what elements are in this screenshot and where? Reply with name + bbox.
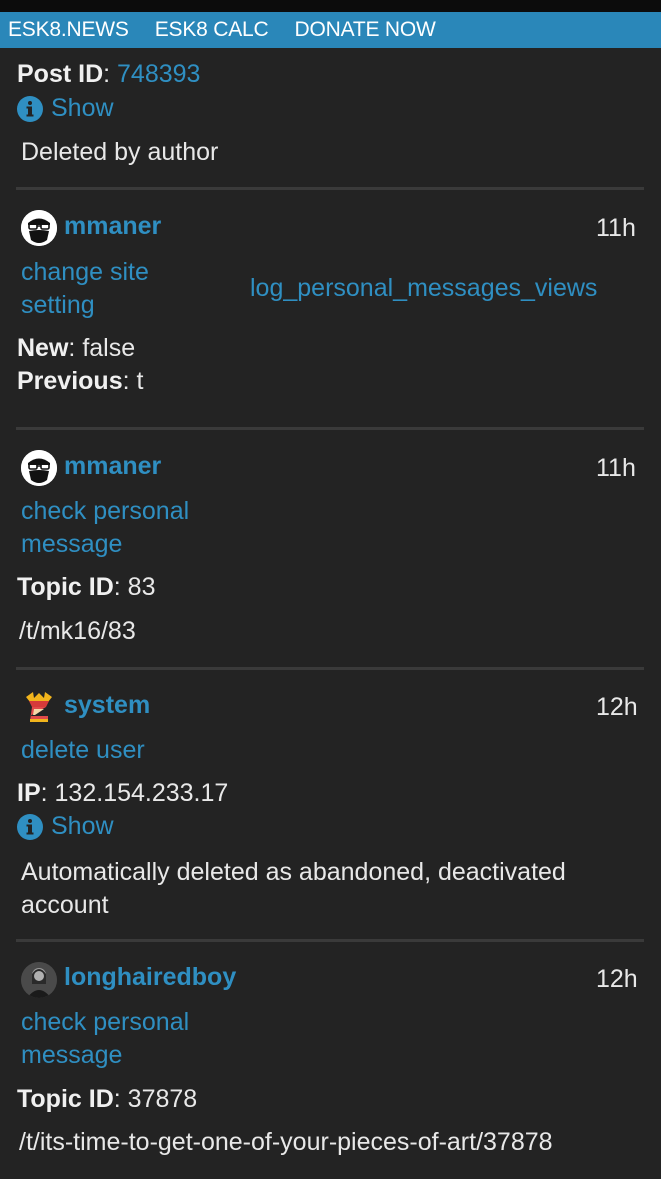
avatar[interactable] xyxy=(21,962,57,998)
post-id-link[interactable]: 748393 xyxy=(117,60,200,88)
action-link[interactable]: check personal message xyxy=(21,1006,189,1072)
action-line: setting xyxy=(21,291,95,319)
action-line: message xyxy=(21,530,123,558)
info-icon xyxy=(17,96,43,122)
post-id-row: Post ID: 748393 xyxy=(17,60,201,88)
user-photo-avatar-icon xyxy=(21,962,57,998)
previous-label: Previous xyxy=(17,367,123,395)
topic-path: /t/mk16/83 xyxy=(19,617,136,645)
ip-value: 132.154.233.17 xyxy=(54,779,229,807)
nav-link-esk8-calc[interactable]: ESK8 CALC xyxy=(155,18,269,42)
entry-divider xyxy=(16,939,644,942)
action-line: check personal xyxy=(21,1008,190,1036)
new-value-row: New: false xyxy=(17,334,136,362)
new-label: New xyxy=(17,334,69,362)
avatar[interactable] xyxy=(21,210,57,246)
timestamp: 11h xyxy=(596,454,636,482)
nav-link-donate-now[interactable]: DONATE NOW xyxy=(295,18,436,42)
system-logo-icon xyxy=(26,692,52,722)
details-line: account xyxy=(21,891,109,919)
username-link[interactable]: mmaner xyxy=(64,212,161,241)
avatar[interactable] xyxy=(21,689,57,725)
previous-value: t xyxy=(136,367,144,395)
topic-id-label: Topic ID xyxy=(17,1085,114,1113)
show-label: Show xyxy=(51,94,114,122)
entry-details: Automatically deleted as abandoned, deac… xyxy=(21,856,566,922)
topic-id-row: Topic ID: 83 xyxy=(17,573,156,601)
nav-link-esk8-news[interactable]: ESK8.NEWS xyxy=(8,18,129,42)
avatar[interactable] xyxy=(21,450,57,486)
top-navigation-bar: ESK8.NEWS ESK8 CALC DONATE NOW xyxy=(0,12,661,48)
topic-path: /t/its-time-to-get-one-of-your-pieces-of… xyxy=(19,1128,553,1156)
entry-details: Deleted by author xyxy=(21,138,219,166)
timestamp: 12h xyxy=(596,693,638,721)
show-label: Show xyxy=(51,812,114,840)
show-details-toggle[interactable]: Show xyxy=(17,94,137,124)
action-line: check personal xyxy=(21,497,190,525)
previous-value-row: Previous: t xyxy=(17,367,144,395)
timestamp: 11h xyxy=(596,214,636,242)
action-link[interactable]: check personal message xyxy=(21,495,189,561)
entry-divider xyxy=(16,667,644,670)
info-icon xyxy=(17,814,43,840)
entry-divider xyxy=(16,427,644,430)
topic-id-row: Topic ID: 37878 xyxy=(17,1085,198,1113)
action-line: message xyxy=(21,1041,123,1069)
topic-id-value: 37878 xyxy=(127,1085,198,1113)
ip-label: IP xyxy=(17,779,41,807)
status-bar-strip xyxy=(0,0,661,12)
bearded-man-avatar-icon xyxy=(21,450,57,486)
action-line: change site xyxy=(21,258,149,286)
ip-row: IP: 132.154.233.17 xyxy=(17,779,229,807)
action-link[interactable]: change site setting xyxy=(21,256,149,322)
topic-id-label: Topic ID xyxy=(17,573,114,601)
timestamp: 12h xyxy=(596,965,638,993)
username-link[interactable]: longhairedboy xyxy=(64,963,236,992)
details-line: Automatically deleted as abandoned, deac… xyxy=(21,858,566,886)
bearded-man-avatar-icon xyxy=(21,210,57,246)
show-details-toggle[interactable]: Show xyxy=(17,812,137,842)
username-link[interactable]: mmaner xyxy=(64,452,161,481)
new-value: false xyxy=(82,334,136,362)
username-link[interactable]: system xyxy=(64,691,150,720)
topic-id-value: 83 xyxy=(127,573,156,601)
action-link[interactable]: delete user xyxy=(21,734,145,767)
post-id-label: Post ID xyxy=(17,60,104,88)
entry-divider xyxy=(16,187,644,190)
subject-link[interactable]: log_personal_messages_views xyxy=(250,272,597,305)
